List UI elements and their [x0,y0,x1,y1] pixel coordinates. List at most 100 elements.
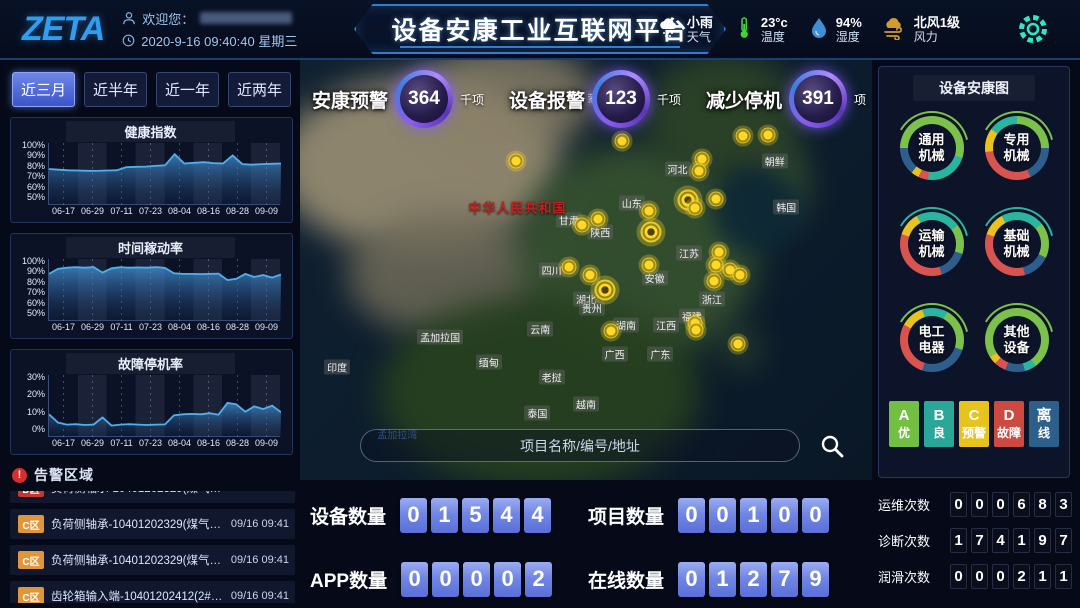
legend-B良[interactable]: B良 [924,401,954,447]
project-marker[interactable] [645,206,654,215]
gauge-运输机械[interactable]: 运输机械 [895,207,969,281]
chart-plot-area [48,259,280,321]
counter-digit: 6 [1013,492,1030,517]
y-tick: 70% [27,171,45,181]
y-tick: 20% [27,389,45,399]
x-tick: 08-04 [168,438,191,448]
project-marker[interactable] [594,214,603,223]
gauge-label-line1: 专用 [1003,132,1029,148]
x-tick: 09-09 [255,206,278,216]
gauge-其他设备[interactable]: 其他设备 [980,303,1054,377]
alert-row[interactable]: C区齿轮箱输入端-10401202412(2#（2V）...09/16 09:4… [10,581,295,603]
project-marker[interactable] [598,283,611,296]
project-marker[interactable] [511,157,520,166]
weather-value: 小雨 [687,16,713,31]
tab-近半年[interactable]: 近半年 [84,72,147,107]
chart-故障停机率: 故障停机率30%20%10%0% 06-1706-2907-1107-2308-… [10,349,293,455]
project-marker[interactable] [586,270,595,279]
project-marker[interactable] [733,339,742,348]
stat-label: 减少停机 [706,86,782,113]
legend-C预警[interactable]: C预警 [959,401,989,447]
x-tick: 06-17 [52,322,75,332]
counter-digit: 1 [1013,528,1030,553]
project-marker[interactable] [564,263,573,272]
region-label-河北: 河北 [665,162,691,177]
project-marker[interactable] [690,203,699,212]
x-tick: 07-11 [110,322,132,332]
tab-近两年[interactable]: 近两年 [228,72,291,107]
x-tick: 08-28 [226,206,249,216]
bottom-stat-digit: 0 [771,498,798,533]
project-search-bar[interactable] [360,429,800,462]
counter-digit: 0 [971,564,988,589]
region-label-广东: 广东 [647,347,673,362]
gauge-基础机械[interactable]: 基础机械 [980,207,1054,281]
project-marker[interactable] [645,261,654,270]
project-marker[interactable] [692,326,701,335]
counter-digit: 7 [1055,528,1072,553]
health-gauges: 通用机械专用机械运输机械基础机械电工电器其他设备 [889,111,1059,377]
tab-近一年[interactable]: 近一年 [156,72,219,107]
project-marker[interactable] [715,248,724,257]
chart-y-axis: 100%90%80%70%60%50% [15,256,48,318]
bottom-stat-digit: 2 [525,562,552,597]
legend-A优[interactable]: A优 [889,401,919,447]
y-tick: 80% [27,161,45,171]
dashboard-screen: ZETA 欢迎您： 2020-9-16 09:40:40 星期三 设备安康工业互… [0,0,1080,608]
stat-label: 安康预警 [312,86,388,113]
y-tick: 0% [32,424,45,434]
project-marker[interactable] [697,155,706,164]
gauge-通用机械[interactable]: 通用机械 [895,111,969,185]
counter-运维次数: 运维次数000683 [878,492,1074,517]
chart-x-axis: 06-1706-2907-1107-2308-0408-1608-2809-09 [49,437,281,450]
region-label-老挝: 老挝 [539,370,565,385]
region-label-浙江: 浙江 [699,292,725,307]
counter-digit: 7 [971,528,988,553]
project-marker[interactable] [712,261,721,270]
weather-item-风力: 北风1级风力 [882,16,960,45]
chart-title: 时间稼动率 [66,237,234,258]
settings-button[interactable] [1016,12,1050,51]
search-icon [819,433,845,459]
project-marker[interactable] [763,130,772,139]
weather-item-温度: 23°c温度 [733,16,788,45]
project-marker[interactable] [618,137,627,146]
project-marker[interactable] [695,167,704,176]
tab-近三月[interactable]: 近三月 [12,72,75,107]
project-marker[interactable] [577,221,586,230]
gauge-电工电器[interactable]: 电工电器 [895,303,969,377]
zeta-logo: ZETA [22,10,104,49]
project-marker[interactable] [725,265,734,274]
chart-y-axis: 100%90%80%70%60%50% [15,140,48,202]
project-marker[interactable] [712,194,721,203]
chart-x-axis: 06-1706-2907-1107-2308-0408-1608-2809-09 [49,205,281,218]
legend-离线[interactable]: 离线 [1029,401,1059,447]
project-marker[interactable] [736,271,745,280]
weather-item-湿度: 94%湿度 [808,16,862,45]
gauge-label-line1: 其他 [1003,324,1029,340]
counter-digit: 0 [971,492,988,517]
alert-row[interactable]: D区负荷侧轴承-10401202329(煤气引风机电...09/16 09:41 [10,491,295,503]
alert-list[interactable]: D区负荷侧轴承-10401202329(煤气引风机电...09/16 09:41… [10,491,295,603]
project-marker[interactable] [607,327,616,336]
alert-row[interactable]: C区负荷侧轴承-10401202329(煤气引风机电...09/16 09:41 [10,545,295,575]
gauge-专用机械[interactable]: 专用机械 [980,111,1054,185]
x-tick: 08-04 [168,206,191,216]
gauge-label-line2: 电器 [918,340,944,356]
chart-时间稼动率: 时间稼动率100%90%80%70%60%50% 06-1706-2907-11… [10,233,293,339]
y-tick: 100% [22,256,45,266]
rain-cloud-icon [657,16,681,45]
project-marker[interactable] [738,132,747,141]
legend-D故障[interactable]: D故障 [994,401,1024,447]
y-tick: 60% [27,182,45,192]
project-marker[interactable] [645,226,658,239]
search-icon-button[interactable] [819,433,845,464]
y-tick: 90% [27,266,45,276]
search-input[interactable] [361,438,799,454]
x-tick: 07-23 [139,438,162,448]
alert-row[interactable]: C区负荷侧轴承-10401202329(煤气引风机电...09/16 09:41 [10,509,295,539]
gauge-label-line2: 机械 [1003,148,1029,164]
counter-digit: 0 [950,564,967,589]
y-tick: 100% [22,140,45,150]
project-marker[interactable] [709,276,718,285]
